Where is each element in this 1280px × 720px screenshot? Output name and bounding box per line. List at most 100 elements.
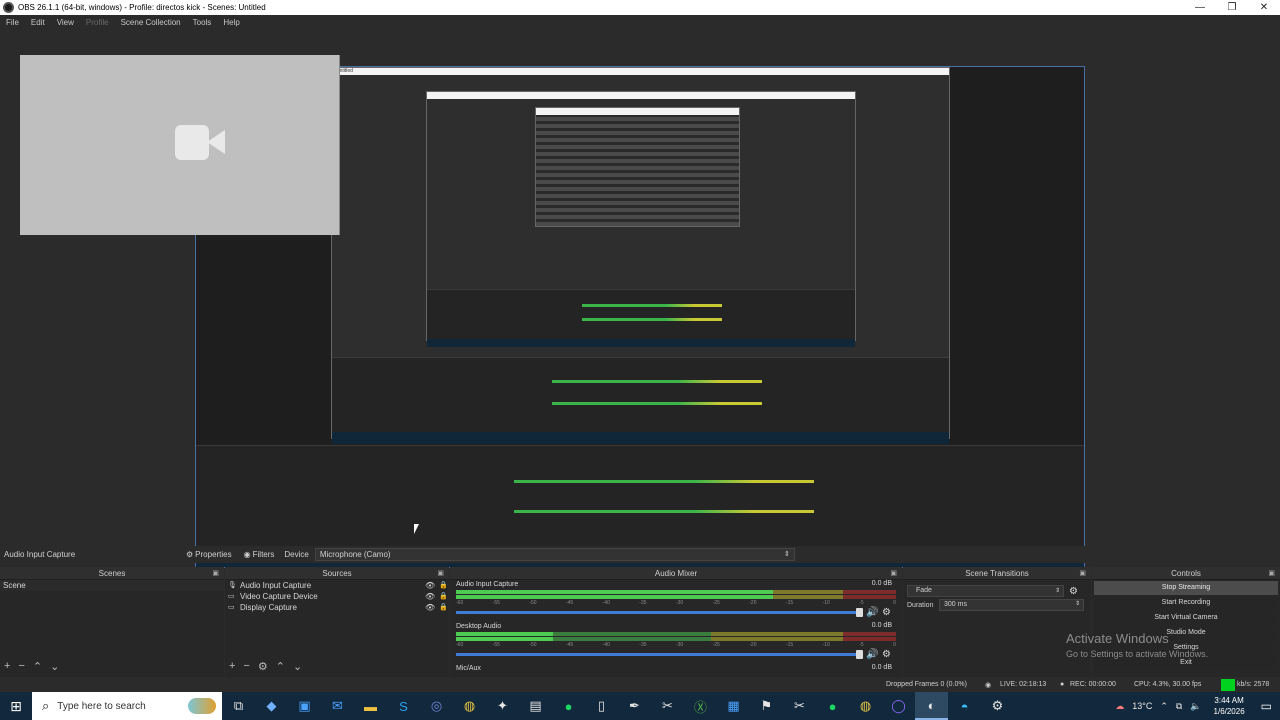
add-icon[interactable]: + (4, 660, 10, 672)
menu-tools[interactable]: Tools (187, 15, 218, 30)
network-icon[interactable]: ⧉ (1172, 701, 1186, 712)
browser-icon[interactable]: ◯ (882, 692, 915, 720)
clock[interactable]: 3:44 AM 1/6/2026 (1206, 695, 1253, 717)
maximize-button[interactable]: ❐ (1216, 0, 1248, 15)
settings-gear-icon[interactable]: ⚙ (981, 692, 1014, 720)
task-view-icon[interactable]: ⧉ (222, 692, 255, 720)
store-icon[interactable]: ▣ (288, 692, 321, 720)
meter-tick-label: -25 (712, 642, 720, 648)
undock-icon[interactable]: ▣ (437, 567, 444, 580)
volume-fader[interactable] (456, 608, 863, 617)
transitions-dock-title: Scene Transitions (965, 569, 1029, 578)
remove-icon[interactable]: − (18, 660, 24, 672)
menu-help[interactable]: Help (217, 15, 245, 30)
speaker-icon[interactable]: 🔊 (866, 607, 882, 618)
lock-icon[interactable]: 🔒 (439, 602, 449, 613)
undock-icon[interactable]: ▣ (890, 567, 897, 580)
menu-profile[interactable]: Profile (80, 15, 115, 30)
menu-scene-collection[interactable]: Scene Collection (115, 15, 187, 30)
discord-icon[interactable]: ◎ (420, 692, 453, 720)
menu-file[interactable]: File (0, 15, 25, 30)
speaker-icon[interactable]: 🔊 (866, 649, 882, 660)
move-up-icon[interactable]: ⌃ (33, 660, 42, 673)
undock-icon[interactable]: ▣ (212, 567, 219, 580)
meter-level-fill (456, 595, 773, 599)
steam-icon[interactable]: ✦ (486, 692, 519, 720)
notification-icon[interactable]: ▭ (1253, 699, 1280, 713)
menu-edit[interactable]: Edit (25, 15, 51, 30)
spotify-icon[interactable]: ● (552, 692, 585, 720)
properties-button[interactable]: ⚙ Properties (180, 550, 238, 559)
gear-icon[interactable]: ⚙ (1069, 586, 1078, 597)
preview-area[interactable]: Untitled (0, 30, 1280, 568)
visibility-eye-icon[interactable]: 👁 (425, 591, 439, 602)
lock-icon[interactable]: 🔒 (439, 591, 449, 602)
monitor-icon: ▭ (228, 604, 235, 611)
ar-app-icon[interactable]: ⚑ (750, 692, 783, 720)
start-recording-button[interactable]: Start Recording (1094, 596, 1278, 610)
rec-status-icon: ● (1060, 681, 1065, 688)
transition-select[interactable]: Fade ⇕ (907, 585, 1064, 597)
chrome-icon[interactable]: ◍ (453, 692, 486, 720)
source-item[interactable]: 🎙 Audio Input Capture 👁 🔒 (225, 580, 449, 591)
calendar-icon[interactable]: ▦ (717, 692, 750, 720)
stop-streaming-button[interactable]: Stop Streaming (1094, 581, 1278, 595)
volume-fader[interactable] (456, 650, 863, 659)
add-icon[interactable]: + (229, 660, 235, 672)
gear-icon[interactable]: ⚙ (882, 607, 896, 618)
pen-tool-icon[interactable]: ✒ (618, 692, 651, 720)
xbox-icon[interactable]: Ⓧ (684, 692, 717, 720)
volume-icon[interactable]: 🔈 (1186, 701, 1205, 712)
skype-icon[interactable]: S (387, 692, 420, 720)
spin-arrows-icon[interactable]: ⇕ (1075, 599, 1080, 609)
scene-item[interactable]: Scene (0, 580, 224, 591)
search-placeholder: Type here to search (57, 700, 146, 712)
live-status-icon: ◉ (985, 682, 992, 689)
file-explorer-icon[interactable]: ▬ (354, 692, 387, 720)
windows-start-icon[interactable]: ⊞ (0, 692, 32, 720)
undock-icon[interactable]: ▣ (1079, 567, 1086, 580)
nested-obs-window-2 (426, 91, 856, 347)
visibility-eye-icon[interactable]: 👁 (425, 580, 439, 591)
remove-icon[interactable]: − (243, 660, 249, 672)
capcut-2-icon[interactable]: ✂ (783, 692, 816, 720)
device-select[interactable]: Microphone (Camo) ⇕ (314, 548, 795, 561)
spotify-2-icon[interactable]: ● (816, 692, 849, 720)
document-icon[interactable]: ▯ (585, 692, 618, 720)
source-item[interactable]: ▭ Video Capture Device 👁 🔒 (225, 591, 449, 602)
chrome-2-icon[interactable]: ◍ (849, 692, 882, 720)
edge-icon[interactable]: ◓ (948, 692, 981, 720)
lock-icon[interactable]: 🔒 (439, 580, 449, 591)
fader-handle[interactable] (856, 608, 863, 617)
mail-icon[interactable]: ✉ (321, 692, 354, 720)
menu-view[interactable]: View (51, 15, 80, 30)
meter-tick-label: -15 (785, 642, 794, 648)
duration-spinbox[interactable]: 300 ms ⇕ (939, 599, 1084, 611)
visibility-eye-icon[interactable]: 👁 (425, 602, 439, 613)
minimize-button[interactable]: — (1184, 0, 1216, 15)
obs-taskbar-icon[interactable]: ◐ (915, 692, 948, 720)
close-button[interactable]: ✕ (1248, 0, 1280, 15)
filters-button[interactable]: ◉ Filters (238, 550, 281, 559)
terminal-icon[interactable]: ▤ (519, 692, 552, 720)
weather-icon[interactable]: ☁ (1111, 701, 1128, 712)
start-virtual-camera-button[interactable]: Start Virtual Camera (1094, 611, 1278, 625)
gear-icon[interactable]: ⚙ (258, 660, 268, 673)
meter-tick-label: 0 (893, 642, 896, 648)
fader-handle[interactable] (856, 650, 863, 659)
source-item[interactable]: ▭ Display Capture 👁 🔒 (225, 602, 449, 613)
source-label: Display Capture (240, 603, 297, 612)
clock-date: 1/6/2026 (1213, 707, 1245, 716)
chevron-up-icon[interactable]: ⌃ (1156, 701, 1172, 712)
move-down-icon[interactable]: ⌄ (293, 660, 302, 673)
volume-meter (456, 637, 896, 641)
move-up-icon[interactable]: ⌃ (276, 660, 285, 673)
gear-icon[interactable]: ⚙ (882, 649, 896, 660)
weather-temp[interactable]: 13°C (1128, 701, 1156, 711)
undock-icon[interactable]: ▣ (1268, 567, 1275, 580)
taskbar-search[interactable]: ⌕ Type here to search (32, 692, 222, 720)
video-capture-placeholder[interactable] (20, 55, 340, 235)
move-down-icon[interactable]: ⌄ (50, 660, 59, 673)
capcut-icon[interactable]: ✂ (651, 692, 684, 720)
copilot-icon[interactable]: ◆ (255, 692, 288, 720)
